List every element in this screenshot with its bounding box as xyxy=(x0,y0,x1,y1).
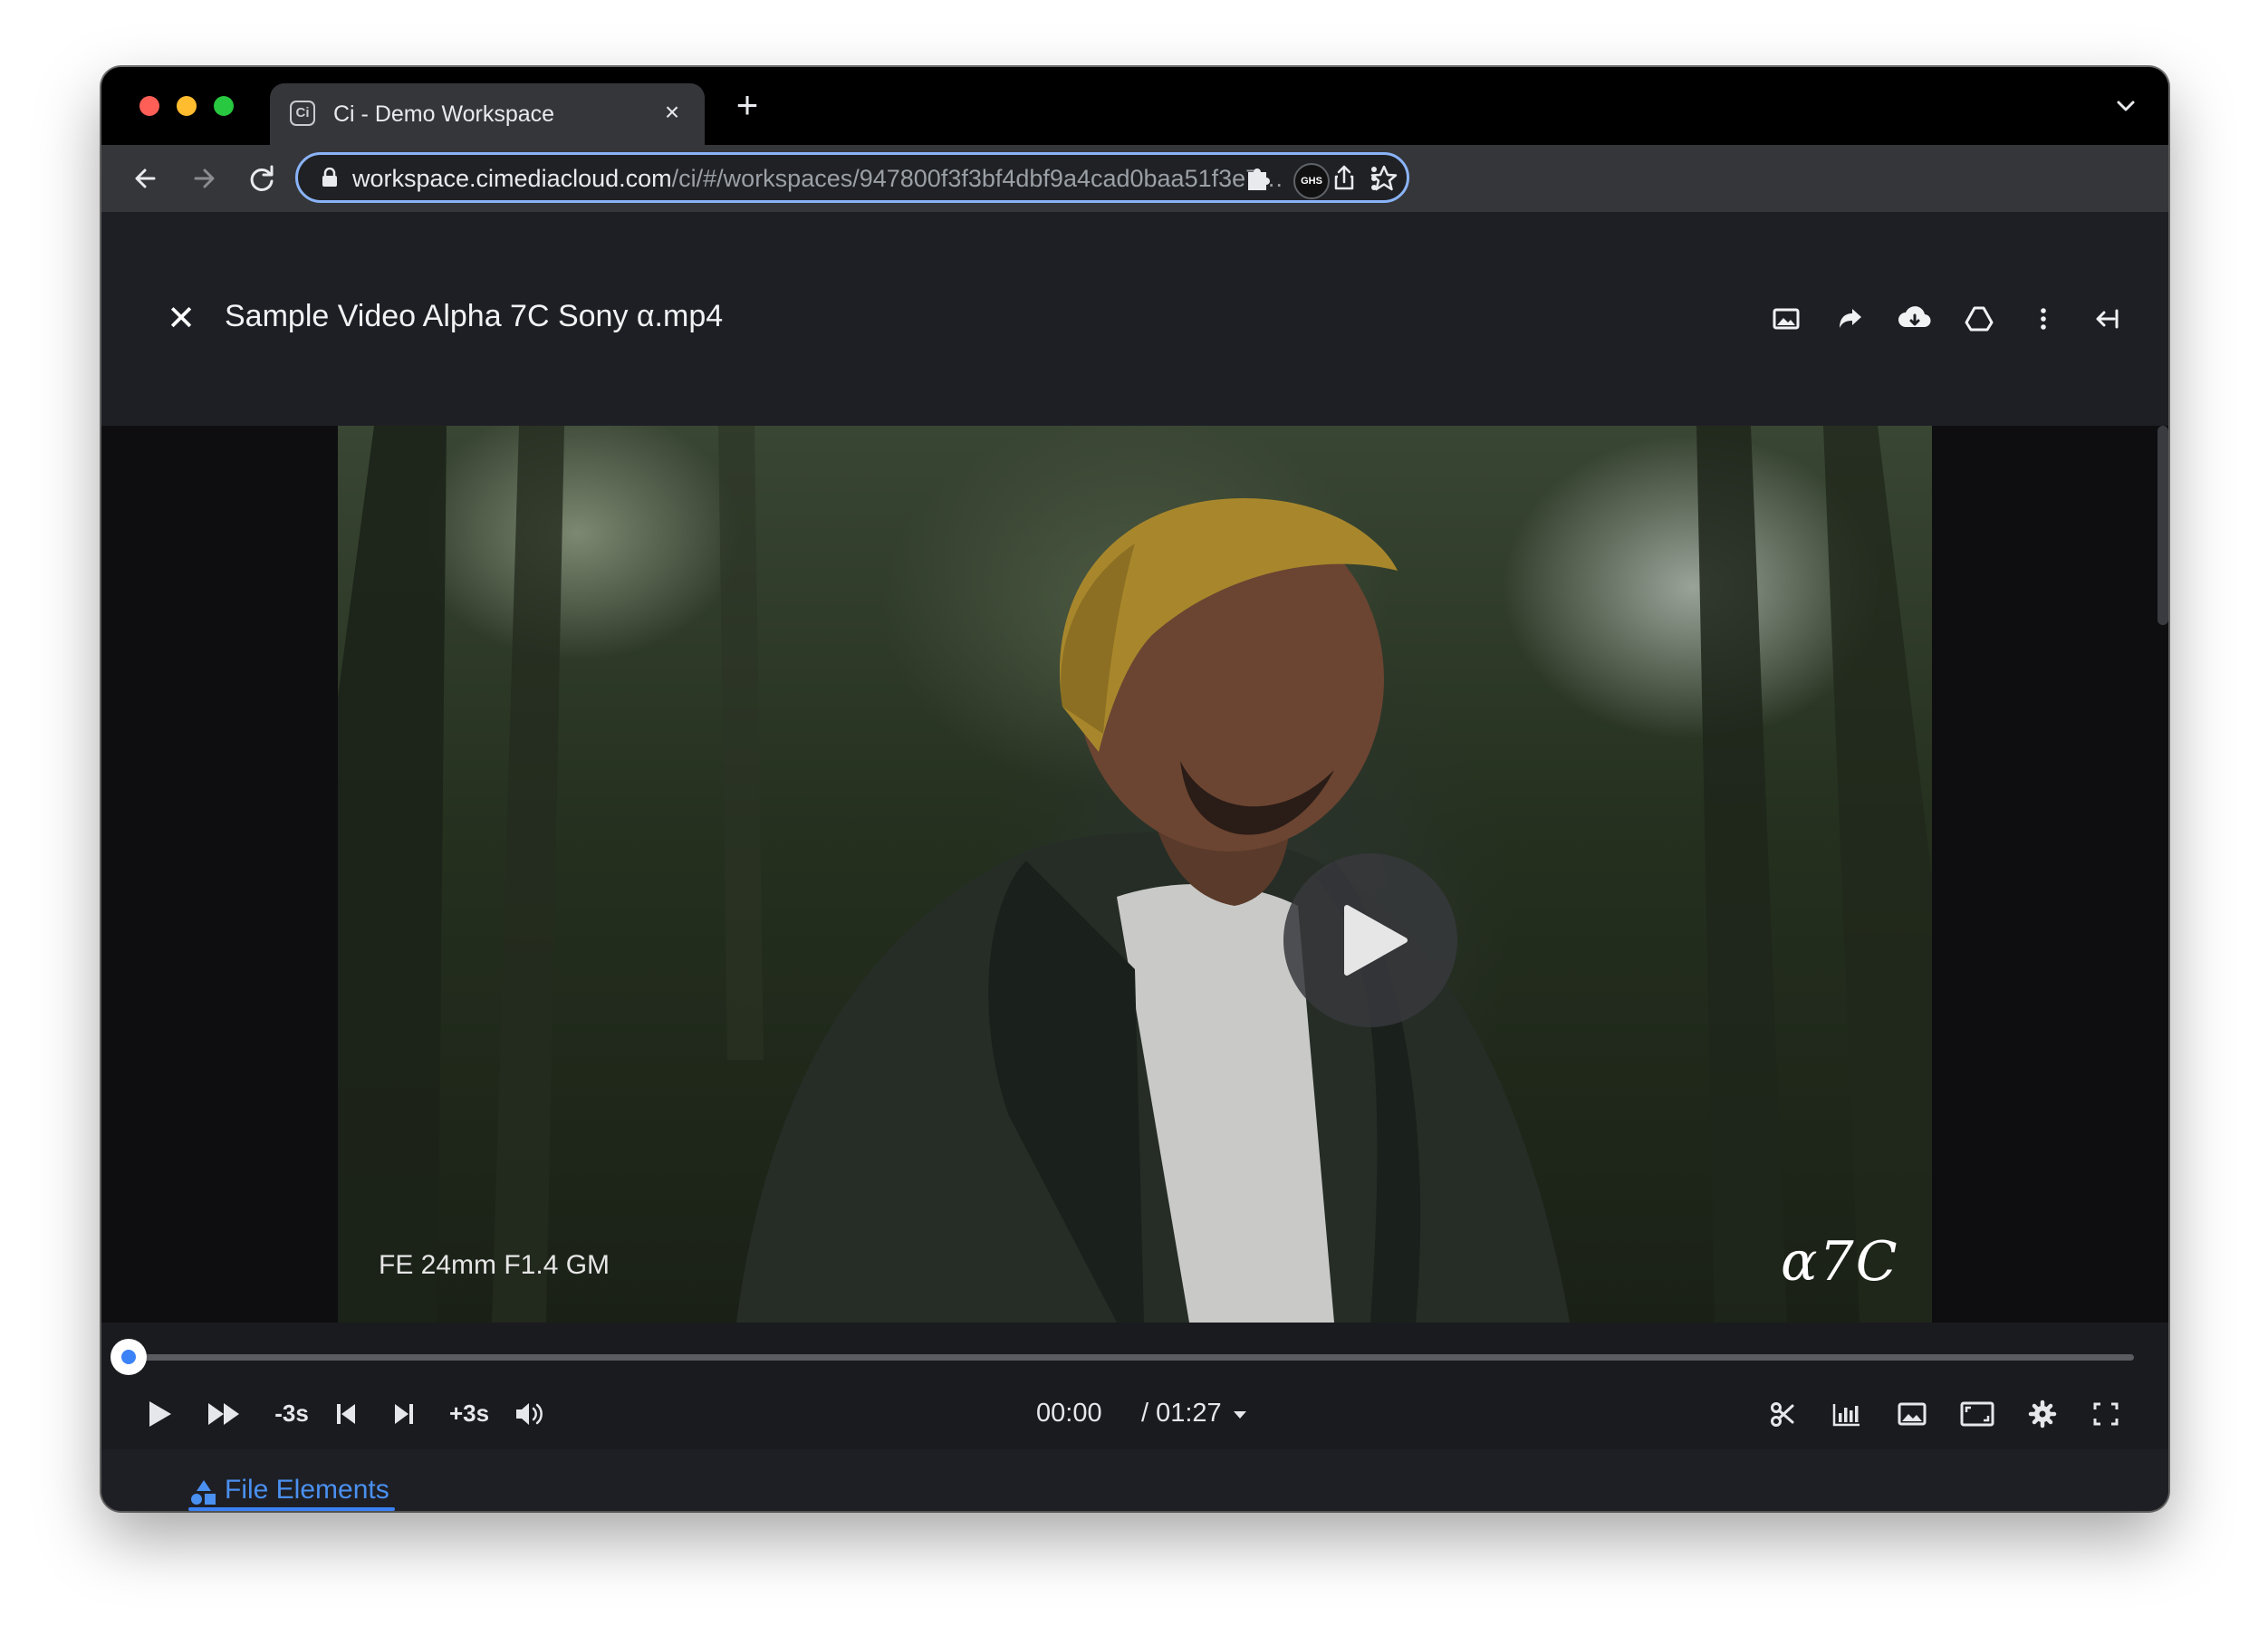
clip-scissors-button[interactable] xyxy=(1763,1395,1804,1431)
play-button[interactable] xyxy=(138,1395,179,1431)
scrollbar-thumb[interactable] xyxy=(2157,426,2168,625)
fullscreen-button[interactable] xyxy=(2085,1395,2127,1431)
cloud-download-icon[interactable] xyxy=(1893,297,1936,341)
details-panel: File Elements xyxy=(101,1449,2168,1511)
forward-button[interactable] xyxy=(183,158,225,199)
back-button[interactable] xyxy=(125,158,167,199)
active-tab-indicator xyxy=(188,1507,395,1511)
browser-window: Ci Ci - Demo Workspace × + workspace.cim… xyxy=(101,67,2168,1511)
collapse-panel-icon[interactable] xyxy=(2085,297,2129,341)
play-overlay-button[interactable] xyxy=(1283,853,1457,1027)
url-host: workspace.cimediacloud.com xyxy=(352,165,672,192)
video-frame[interactable] xyxy=(338,426,1932,1323)
previous-frame-button[interactable] xyxy=(328,1395,364,1431)
rewind-3s-button[interactable]: -3s xyxy=(264,1395,319,1431)
image-icon[interactable] xyxy=(1764,297,1808,341)
video-still-image xyxy=(338,426,1932,1323)
audio-meters-button[interactable] xyxy=(1826,1395,1868,1431)
new-tab-button[interactable]: + xyxy=(726,85,768,127)
minimize-window-button[interactable] xyxy=(177,96,197,116)
reload-button[interactable] xyxy=(241,158,283,199)
close-window-button[interactable] xyxy=(139,96,159,116)
settings-button[interactable] xyxy=(2022,1395,2063,1431)
zoom-window-button[interactable] xyxy=(214,96,234,116)
snapshot-button[interactable] xyxy=(1891,1395,1933,1431)
url-text: workspace.cimediacloud.com/ci/#/workspac… xyxy=(352,165,1289,193)
scissors-icon xyxy=(1771,1402,1794,1427)
forward-3s-button[interactable]: +3s xyxy=(440,1395,498,1431)
tab-title: Ci - Demo Workspace xyxy=(333,101,555,127)
tab-strip: Ci Ci - Demo Workspace × + xyxy=(101,67,2168,145)
timecode-dropdown-icon[interactable] xyxy=(1228,1395,1252,1431)
close-viewer-icon[interactable]: ✕ xyxy=(159,297,203,341)
play-icon xyxy=(149,1401,171,1427)
favicon-icon: Ci xyxy=(290,101,315,126)
more-options-icon[interactable] xyxy=(2022,297,2065,341)
extensions-puzzle-icon[interactable] xyxy=(1237,158,1279,199)
next-frame-button[interactable] xyxy=(386,1395,422,1431)
lens-caption: FE 24mm F1.4 GM xyxy=(379,1250,610,1280)
share-forward-icon[interactable] xyxy=(1829,297,1872,341)
fullscreen-icon xyxy=(2093,1402,2119,1426)
url-path: /ci/#/workspaces/947800f3f3bf4dbf9a4cad0… xyxy=(671,165,1289,192)
browser-tab[interactable]: Ci Ci - Demo Workspace × xyxy=(270,83,705,145)
viewer-header: ✕ Sample Video Alpha 7C Sony α.mp4 xyxy=(101,212,2168,426)
duration[interactable]: / 01:27 xyxy=(1141,1395,1222,1431)
tab-close-icon[interactable]: × xyxy=(656,96,688,129)
file-title: Sample Video Alpha 7C Sony α.mp4 xyxy=(225,299,724,333)
previous-frame-icon xyxy=(337,1404,355,1424)
image-icon xyxy=(1898,1402,1927,1426)
next-frame-icon xyxy=(395,1404,413,1424)
browser-toolbar: workspace.cimediacloud.com/ci/#/workspac… xyxy=(101,145,2168,212)
bar-chart-icon xyxy=(1832,1404,1860,1427)
tab-label: File Elements xyxy=(225,1475,389,1505)
gear-icon xyxy=(2028,1400,2057,1429)
fast-forward-icon xyxy=(208,1403,239,1425)
progress-handle[interactable] xyxy=(111,1339,147,1375)
current-time: 00:00 xyxy=(1036,1399,1102,1428)
browser-menu-icon[interactable] xyxy=(1353,158,1395,199)
video-area: FE 24mm F1.4 GM α7C xyxy=(101,426,2168,1323)
lock-icon xyxy=(322,168,337,187)
file-elements-icon xyxy=(191,1480,216,1505)
profile-avatar[interactable]: GHS xyxy=(1293,163,1330,199)
player-controls: -3s +3s 00:00 / 01:27 xyxy=(101,1323,2168,1449)
tab-search-chevron-icon[interactable] xyxy=(2110,91,2141,121)
play-overlay-icon xyxy=(1344,905,1408,976)
fast-forward-button[interactable] xyxy=(203,1395,245,1431)
drive-triangle-icon[interactable] xyxy=(1957,297,2001,341)
aspect-ratio-icon xyxy=(1960,1401,1994,1427)
progress-track[interactable] xyxy=(130,1354,2134,1361)
volume-icon xyxy=(516,1403,543,1425)
camera-logo: α7C xyxy=(1781,1230,1899,1294)
volume-button[interactable] xyxy=(509,1395,551,1431)
aspect-ratio-button[interactable] xyxy=(1956,1395,1998,1431)
